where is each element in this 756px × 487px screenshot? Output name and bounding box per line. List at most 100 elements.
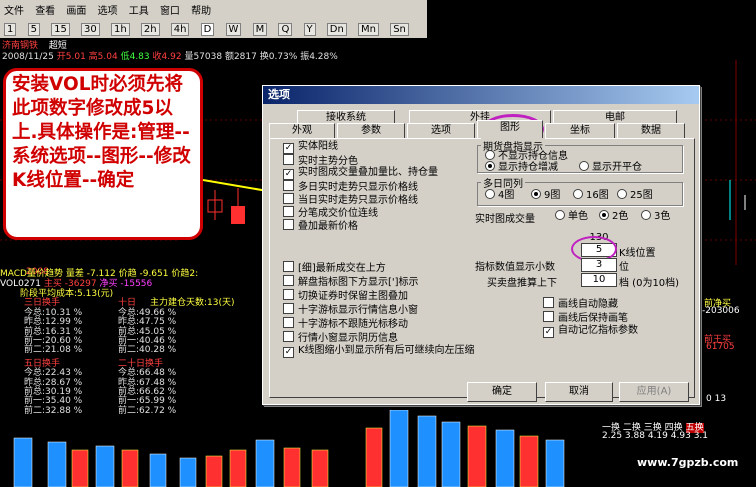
tab-data[interactable]: 数据	[617, 123, 685, 138]
period-mn[interactable]: Mn	[358, 23, 379, 36]
checkbox-trend-color[interactable]: 实时主势分色	[283, 154, 358, 168]
menu-screen[interactable]: 画面	[66, 6, 86, 17]
menu-tools[interactable]: 工具	[129, 6, 149, 17]
tab-coordinates[interactable]: 坐标	[545, 123, 615, 138]
period-d[interactable]: D	[200, 23, 215, 36]
turnover-v4: 4.93	[670, 431, 691, 441]
stat-value: 前二:21.08 %	[24, 345, 83, 356]
menu-row: 文件 查看 画面 选项 工具 窗口 帮助	[4, 2, 219, 17]
checkbox-label: 实时主势分色	[298, 156, 358, 167]
period-m[interactable]: M	[252, 23, 268, 36]
checkbox-box	[543, 311, 554, 322]
checkbox-indicator-mark[interactable]: 解盘指标图下方显示[']标示	[283, 275, 419, 289]
checkbox-overlay-latest-price[interactable]: 叠加最新价格	[283, 219, 358, 233]
period-4h[interactable]: 4h	[170, 23, 190, 36]
tab-parameters[interactable]: 参数	[337, 123, 405, 138]
checkbox-label: 分笔成交价位连线	[298, 208, 378, 219]
radio-single-color[interactable]: 单色	[555, 210, 588, 223]
checkbox-crosshair-info[interactable]: 十字游标显示行情信息小窗	[283, 303, 418, 317]
checkbox-latest-on-top[interactable]: [细]最新成交在上方	[283, 261, 386, 275]
menu-file[interactable]: 文件	[4, 6, 24, 17]
radio-three-color[interactable]: 3色	[641, 210, 670, 223]
checkbox-label: 叠加最新价格	[298, 221, 358, 232]
period-dn[interactable]: Dn	[326, 23, 347, 36]
checkbox-box	[283, 275, 294, 286]
turnover-v1: 2.25	[602, 431, 623, 441]
period-2h[interactable]: 2h	[140, 23, 160, 36]
checkbox-kline-compress[interactable]: ✓ K线图缩小到显示所有后可继续向左压缩	[283, 345, 475, 358]
checkbox-label: 实体阳线	[298, 141, 338, 152]
checkbox-box	[283, 331, 294, 342]
cancel-button[interactable]: 取消	[545, 382, 613, 402]
decimal-places-label: 指标数值显示小数	[475, 262, 555, 273]
checkbox-box: ✓	[543, 327, 554, 338]
volume-bars-svg	[13, 410, 565, 487]
volume-bars	[0, 410, 610, 487]
orderbook-levels-unit: 档 (0为10档)	[619, 278, 680, 289]
radio-4-charts[interactable]: 4图	[485, 189, 514, 202]
menu-window[interactable]: 窗口	[160, 6, 180, 17]
period-15[interactable]: 15	[51, 23, 70, 36]
checkbox-label: 行情小窗显示阴历信息	[298, 333, 398, 344]
macd-v3: 价趋2:	[171, 269, 199, 279]
radio-position-change[interactable]: 显示持仓增减	[485, 161, 558, 174]
stock-info-bar: 济南钢铁 超短 2008/11/25 开5.01 高5.04 低4.83 收4.…	[0, 38, 427, 62]
main-toolbar: 文件 查看 画面 选项 工具 窗口 帮助 1 5 15 30 1h 2h 4h …	[0, 0, 427, 39]
checkbox-remember-params[interactable]: ✓ 自动记忆指标参数	[543, 325, 638, 338]
checkbox-keep-overlay[interactable]: 切换证券时保留主图叠加	[283, 289, 408, 303]
apply-button[interactable]: 应用(A)	[619, 382, 689, 402]
checkbox-label: 解盘指标图下方显示[']标示	[298, 277, 419, 288]
tab-appearance[interactable]: 外观	[269, 123, 335, 138]
ok-button[interactable]: 确定	[467, 382, 537, 402]
menu-view[interactable]: 查看	[35, 6, 55, 17]
checkbox-label: K线图缩小到显示所有后可继续向左压缩	[298, 345, 475, 356]
radio-open-close[interactable]: 显示开平仓	[579, 161, 642, 174]
radio-label: 2色	[612, 211, 629, 222]
checkbox-overlay-volume[interactable]: ✓ 实时图成交量叠加量比、持仓量	[283, 167, 438, 180]
checkbox-auto-hide-lines[interactable]: 画线自动隐藏	[543, 297, 618, 311]
radio-16-charts[interactable]: 16图	[573, 189, 609, 202]
checkbox-lunar-calendar[interactable]: 行情小窗显示阴历信息	[283, 331, 398, 345]
checkbox-keep-pen[interactable]: 画线后保持画笔	[543, 311, 628, 325]
period-5[interactable]: 5	[27, 23, 40, 36]
period-w[interactable]: W	[225, 23, 242, 36]
checkbox-box	[283, 219, 294, 230]
checkbox-box: ✓	[283, 143, 294, 154]
dialog-title: 选项	[268, 88, 290, 101]
checkbox-label: 十字游标不跟随光标移动	[298, 319, 408, 330]
checkbox-label: 自动记忆指标参数	[558, 325, 638, 336]
menu-help[interactable]: 帮助	[191, 6, 211, 17]
tab-graphics[interactable]: 图形	[477, 120, 543, 138]
checkbox-solid-up-candle[interactable]: ✓ 实体阳线	[283, 141, 338, 154]
radio-9-charts[interactable]: 9图	[531, 189, 560, 202]
radio-25-charts[interactable]: 25图	[617, 189, 653, 202]
stats-row: 前二:21.08 % 前二:40.28 %	[0, 345, 265, 356]
instruction-note: 安装VOL时必须先将此项数字修改成5以上.具体操作是:管理--系统选项--图形-…	[3, 68, 203, 240]
period-sn[interactable]: Sn	[390, 23, 409, 36]
orderbook-levels-input[interactable]: 10	[581, 273, 617, 287]
radio-label: 单色	[568, 211, 588, 222]
dialog-titlebar[interactable]: 选项	[263, 86, 699, 104]
menu-options[interactable]: 选项	[98, 6, 118, 17]
checkbox-label: 当日实时走势只显示价格线	[298, 195, 418, 206]
tab-options[interactable]: 选项	[407, 123, 475, 138]
checkbox-multiday-price-only[interactable]: 多日实时走势只显示价格线	[283, 180, 418, 194]
checkbox-tick-price-line[interactable]: 分笔成交价位连线	[283, 206, 378, 220]
checkbox-crosshair-fixed[interactable]: 十字游标不跟随光标移动	[283, 317, 408, 331]
period-1[interactable]: 1	[4, 23, 17, 36]
radio-dot	[599, 210, 609, 220]
radio-label: 显示持仓增减	[498, 162, 558, 173]
checkbox-box	[283, 154, 294, 165]
period-q[interactable]: Q	[278, 23, 293, 36]
checkbox-today-price-only[interactable]: 当日实时走势只显示价格线	[283, 193, 418, 207]
radio-dot	[485, 189, 495, 199]
period-1h[interactable]: 1h	[110, 23, 130, 36]
checkbox-box	[283, 261, 294, 272]
options-dialog: 选项 接收系统 外挂 电邮 外观 参数 选项 图形 坐标 数据 ✓ 实体阳线 实时…	[262, 85, 700, 405]
checkbox-label: 多日实时走势只显示价格线	[298, 182, 418, 193]
period-y[interactable]: Y	[303, 23, 316, 36]
period-30[interactable]: 30	[81, 23, 100, 36]
decimal-places-input[interactable]: 3	[581, 258, 617, 272]
radio-dot	[641, 210, 651, 220]
radio-two-color[interactable]: 2色	[599, 210, 628, 223]
